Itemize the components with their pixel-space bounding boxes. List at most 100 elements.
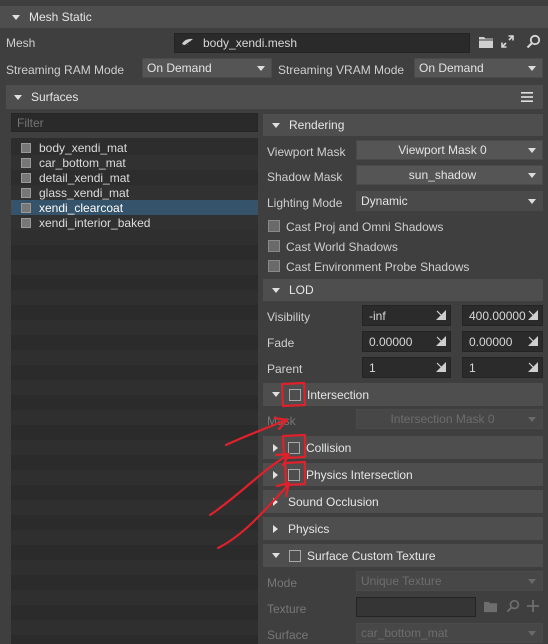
physics-intersection-title: Physics Intersection (306, 467, 413, 482)
plus-icon (527, 600, 539, 612)
mode-value: Unique Texture (361, 574, 442, 588)
folder-icon[interactable] (478, 35, 494, 49)
surface-list-item[interactable]: xendi_interior_baked (11, 215, 258, 230)
drag-handle-icon[interactable] (436, 362, 446, 372)
surface-item-label: xendi_interior_baked (39, 215, 151, 230)
viewport-mask-dropdown[interactable]: Viewport Mask 0 (356, 140, 543, 160)
collapse-arrow-icon[interactable] (272, 122, 280, 128)
mode-dropdown: Unique Texture (356, 571, 543, 591)
collision-checkbox[interactable] (288, 441, 300, 454)
collapse-arrow-icon[interactable] (272, 392, 280, 397)
lighting-mode-dropdown[interactable]: Dynamic (356, 191, 543, 211)
visibility-max-field[interactable]: 400.00000 (462, 305, 543, 326)
streaming-ram-dropdown[interactable]: On Demand (142, 58, 272, 78)
mesh-value: body_xendi.mesh (203, 36, 298, 50)
streaming-vram-dropdown[interactable]: On Demand (414, 58, 543, 78)
visibility-min-field[interactable]: -inf (362, 305, 451, 326)
chevron-down-icon (528, 147, 536, 153)
physics-title: Physics (288, 521, 330, 536)
texture-label: Texture (267, 602, 307, 616)
mesh-field[interactable]: body_xendi.mesh (174, 33, 470, 53)
cast-env-label: Cast Environment Probe Shadows (286, 260, 470, 274)
parent-min-value: 1 (369, 360, 376, 375)
expand-arrow-icon[interactable] (273, 470, 278, 479)
surface-custom-texture-header[interactable]: Surface Custom Texture (263, 544, 543, 567)
fade-max-field[interactable]: 0.00000 (462, 331, 543, 352)
search-icon[interactable] (526, 34, 541, 49)
sound-occlusion-header[interactable]: Sound Occlusion (263, 490, 543, 513)
mode-label: Mode (267, 576, 298, 590)
surface-checkbox[interactable] (21, 202, 31, 213)
expand-icon[interactable] (500, 34, 515, 49)
viewport-mask-label: Viewport Mask (267, 145, 346, 159)
surface-checkbox[interactable] (21, 157, 31, 168)
surface-item-label: xendi_clearcoat (39, 200, 124, 215)
surface-item-label: car_bottom_mat (39, 155, 126, 170)
physics-intersection-header[interactable]: Physics Intersection (263, 463, 543, 486)
viewport-mask-value: Viewport Mask 0 (398, 143, 487, 157)
drag-handle-icon[interactable] (436, 336, 446, 346)
fade-label: Fade (267, 336, 295, 350)
drag-handle-icon[interactable] (528, 362, 538, 372)
parent-label: Parent (267, 362, 303, 376)
surface-list-item[interactable]: detail_xendi_mat (11, 170, 258, 185)
surface-checkbox[interactable] (21, 172, 31, 183)
lighting-mode-value: Dynamic (361, 194, 408, 208)
surface-custom-texture-checkbox[interactable] (289, 549, 301, 562)
cast-env-checkbox[interactable] (268, 260, 280, 272)
hamburger-menu-icon[interactable] (520, 90, 534, 104)
fade-min-value: 0.00000 (369, 334, 413, 349)
surface-list-item[interactable]: xendi_clearcoat (11, 200, 258, 215)
lighting-mode-label: Lighting Mode (267, 196, 343, 210)
physics-header[interactable]: Physics (263, 517, 543, 540)
parent-max-field[interactable]: 1 (462, 357, 543, 378)
surface-list-item[interactable]: body_xendi_mat (11, 140, 258, 155)
rendering-title: Rendering (289, 118, 345, 132)
surfaces-title: Surfaces (31, 90, 79, 104)
collapse-arrow-icon[interactable] (12, 14, 20, 20)
streaming-ram-label: Streaming RAM Mode (6, 63, 125, 77)
intersection-checkbox[interactable] (289, 388, 301, 401)
surface-list-item[interactable]: glass_xendi_mat (11, 185, 258, 200)
collision-header[interactable]: Collision (263, 436, 543, 459)
physics-intersection-checkbox[interactable] (288, 468, 300, 481)
chevron-down-icon (528, 578, 536, 584)
drag-handle-icon[interactable] (528, 310, 538, 320)
streaming-vram-value: On Demand (419, 61, 484, 75)
mesh-static-header[interactable]: Mesh Static (0, 6, 548, 28)
surface-item-label: body_xendi_mat (39, 140, 128, 155)
expand-arrow-icon[interactable] (273, 443, 278, 452)
collapse-arrow-icon[interactable] (272, 287, 280, 293)
expand-arrow-icon[interactable] (273, 497, 278, 506)
cast-proj-label: Cast Proj and Omni Shadows (286, 220, 444, 234)
surface-item-label: detail_xendi_mat (39, 170, 130, 185)
surface-list-item[interactable]: car_bottom_mat (11, 155, 258, 170)
search-icon (506, 599, 520, 613)
folder-icon (484, 601, 497, 613)
surfaces-header[interactable]: Surfaces (6, 85, 543, 109)
parent-min-field[interactable]: 1 (362, 357, 451, 378)
collapse-arrow-icon[interactable] (272, 553, 280, 558)
intersection-title: Intersection (307, 387, 370, 402)
shadow-mask-label: Shadow Mask (267, 170, 343, 184)
surface-item-label: glass_xendi_mat (39, 185, 130, 200)
expand-arrow-icon[interactable] (273, 524, 278, 533)
texture-field (356, 597, 476, 617)
lod-header[interactable]: LOD (263, 279, 543, 301)
chevron-down-icon (528, 630, 536, 636)
surface-checkbox[interactable] (21, 187, 31, 198)
fade-min-field[interactable]: 0.00000 (362, 331, 451, 352)
drag-handle-icon[interactable] (436, 310, 446, 320)
drag-handle-icon[interactable] (528, 336, 538, 346)
rendering-header[interactable]: Rendering (263, 114, 543, 136)
surface-checkbox[interactable] (21, 142, 31, 153)
intersection-header[interactable]: Intersection (263, 383, 543, 406)
filter-input[interactable] (11, 113, 258, 132)
cast-proj-checkbox[interactable] (268, 220, 280, 232)
cast-world-checkbox[interactable] (268, 240, 280, 252)
surface-checkbox[interactable] (21, 217, 31, 228)
collapse-arrow-icon[interactable] (14, 94, 22, 100)
chevron-down-icon (528, 172, 536, 178)
visibility-max-value: 400.00000 (469, 308, 526, 323)
shadow-mask-dropdown[interactable]: sun_shadow (356, 165, 543, 185)
